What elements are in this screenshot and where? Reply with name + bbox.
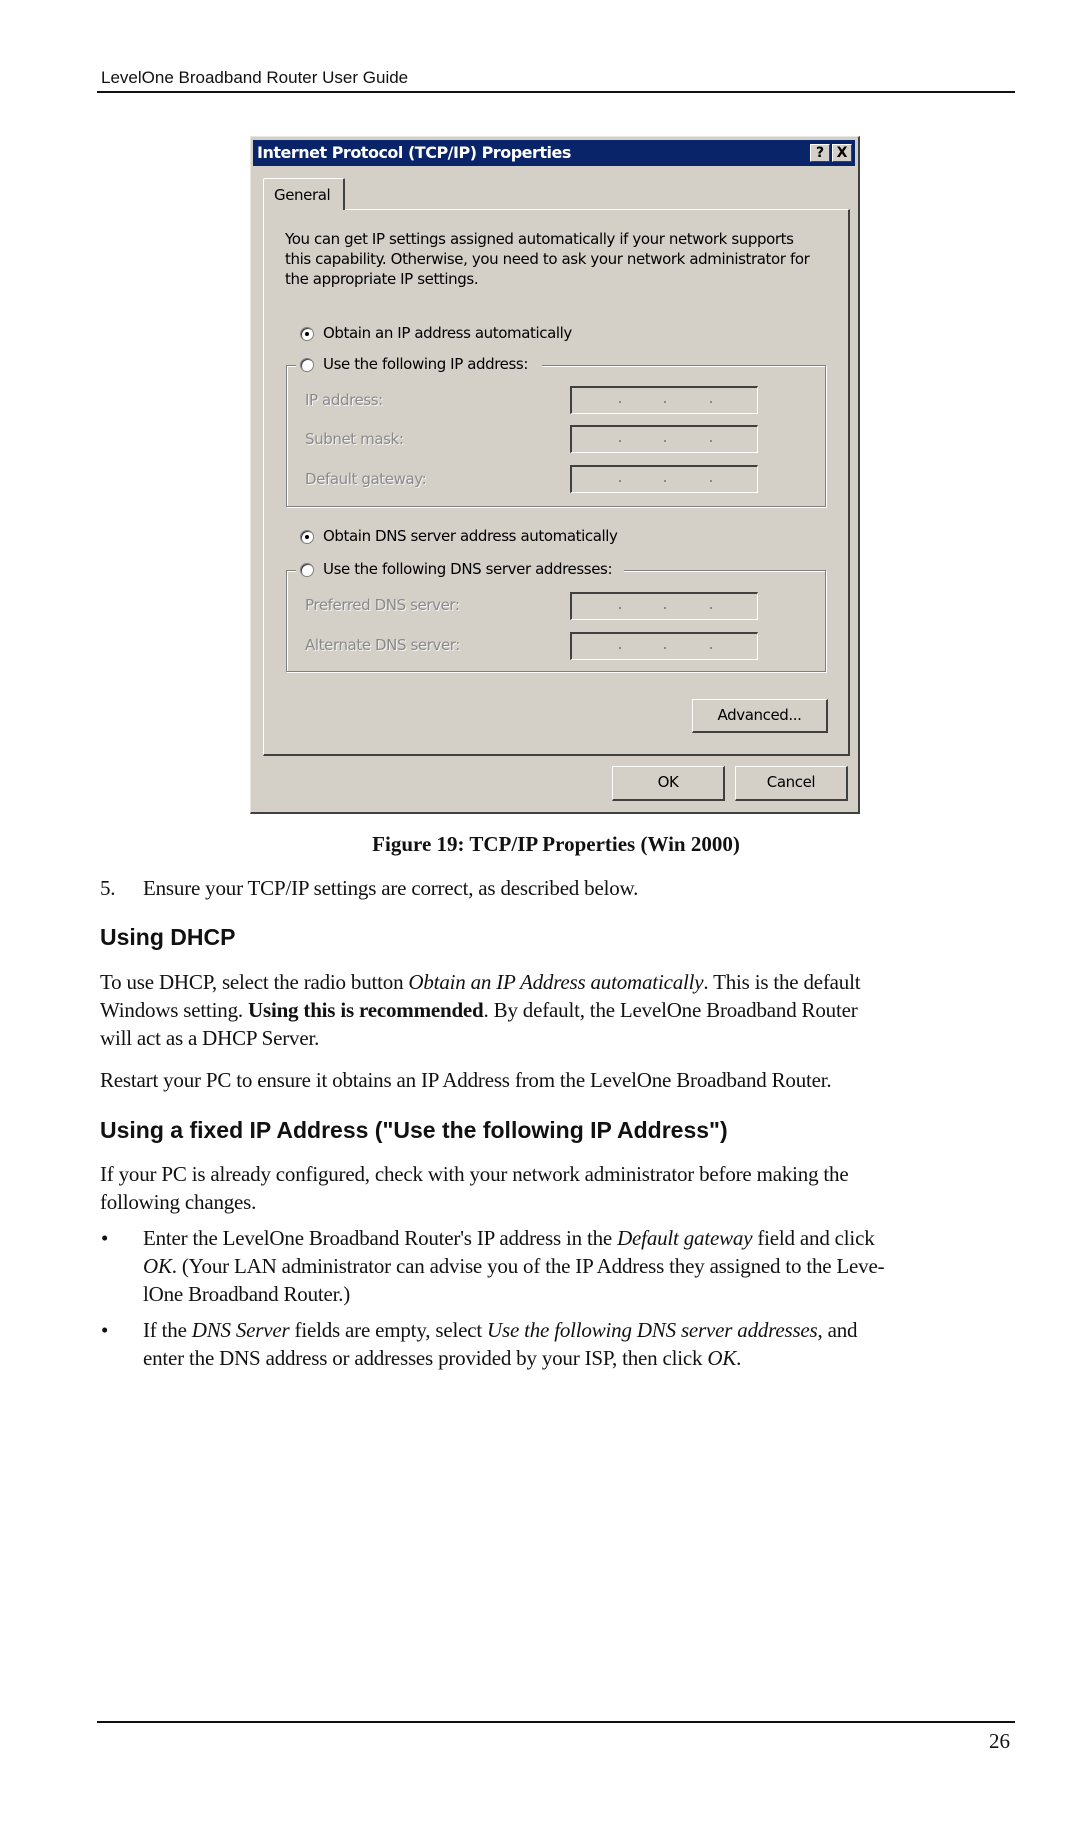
bold-run: Using this is recommended [248,998,484,1022]
paragraph-line: OK. (Your LAN administrator can advise y… [143,1252,885,1280]
advanced-button-label: Advanced... [717,706,802,724]
step-number: 5. [100,876,116,900]
preferred-dns-field[interactable] [570,592,758,620]
text-run: , and [817,1318,858,1342]
footer-rule [97,1721,1015,1723]
paragraph-line: To use DHCP, select the radio button Obt… [100,968,1020,996]
advanced-button[interactable]: Advanced... [692,699,828,733]
italic-run: Default gateway [617,1226,753,1250]
bullet-icon: • [101,1318,109,1342]
text-run: . (Your LAN administrator can advise you… [171,1254,885,1278]
text-run: fields are empty, select [289,1318,488,1342]
default-gateway-label: Default gateway: [305,470,427,488]
radio-selected-dot [305,535,309,539]
text-run: To use DHCP, select the radio button [100,970,409,994]
italic-run: OK [143,1254,172,1278]
radio-obtain-dns-auto-label: Obtain DNS server address automatically [323,527,618,545]
section-heading-dhcp: Using DHCP [100,924,236,950]
text-run: Enter the LevelOne Broadband Router's IP… [143,1226,618,1250]
radio-use-following-ip-label: Use the following IP address: [323,355,528,373]
paragraph-line: If your PC is already configured, check … [100,1162,849,1186]
ok-button[interactable]: OK [612,766,725,801]
bullet-item-gateway: Enter the LevelOne Broadband Router's IP… [143,1224,885,1308]
ok-button-label: OK [657,773,679,791]
restart-paragraph: Restart your PC to ensure it obtains an … [100,1068,832,1092]
section-heading-fixed-ip: Using a fixed IP Address ("Use the follo… [100,1117,728,1143]
step-text: Ensure your TCP/IP settings are correct,… [143,876,639,900]
radio-obtain-ip-auto[interactable] [300,327,314,341]
close-icon: X [836,145,848,161]
text-run: . By default, the LevelOne Broadband Rou… [483,998,858,1022]
radio-obtain-dns-auto[interactable] [300,530,314,544]
page-number: 26 [989,1729,1010,1753]
cancel-button[interactable]: Cancel [735,766,848,801]
close-button[interactable]: X [832,144,852,162]
paragraph-line: lOne Broadband Router.) [143,1282,351,1306]
paragraph-line: will act as a DHCP Server. [100,1026,320,1050]
paragraph-line: following changes. [100,1190,257,1214]
text-run: Windows setting. [100,998,248,1022]
italic-run: Obtain an IP Address automatically [408,970,704,994]
help-button[interactable]: ? [810,144,830,162]
preferred-dns-label: Preferred DNS server: [305,596,460,614]
description-line: You can get IP settings assigned automat… [285,230,794,248]
radio-use-following-ip[interactable] [300,358,314,372]
dhcp-paragraph: To use DHCP, select the radio button Obt… [100,968,1020,1052]
text-run: enter the DNS address or addresses provi… [143,1346,708,1370]
help-icon: ? [815,145,825,161]
radio-use-following-dns[interactable] [300,563,314,577]
default-gateway-field[interactable] [570,465,758,493]
tab-general-label: General [274,186,331,204]
ip-address-label: IP address: [305,391,383,409]
bullet-item-dns: If the DNS Server fields are empty, sele… [143,1316,858,1372]
alternate-dns-label: Alternate DNS server: [305,636,460,654]
dialog-title: Internet Protocol (TCP/IP) Properties [257,143,571,162]
figure-caption: Figure 19: TCP/IP Properties (Win 2000) [372,832,740,856]
text-run: field and click [752,1226,875,1250]
italic-run: Use the following DNS server addresses [487,1318,818,1342]
paragraph-line: Windows setting. Using this is recommend… [100,996,1020,1024]
italic-run: OK [707,1346,737,1370]
fixed-ip-paragraph: If your PC is already configured, check … [100,1160,849,1216]
dialog-description: You can get IP settings assigned automat… [285,229,810,289]
subnet-mask-field[interactable] [570,425,758,453]
header-rule [97,91,1015,93]
radio-selected-dot [305,332,309,336]
paragraph-line: enter the DNS address or addresses provi… [143,1344,857,1372]
text-run: . [736,1346,742,1370]
description-line: this capability. Otherwise, you need to … [285,250,810,268]
text-run: . This is the default [703,970,861,994]
paragraph-line: If the DNS Server fields are empty, sele… [143,1316,858,1344]
radio-obtain-ip-auto-label: Obtain an IP address automatically [323,324,572,342]
bullet-icon: • [101,1226,109,1250]
description-line: the appropriate IP settings. [285,270,479,288]
page-header-title: LevelOne Broadband Router User Guide [101,68,409,87]
text-run: If the [143,1318,192,1342]
italic-run: DNS Server [191,1318,290,1342]
paragraph-line: Enter the LevelOne Broadband Router's IP… [143,1224,884,1252]
alternate-dns-field[interactable] [570,632,758,660]
ip-address-field[interactable] [570,386,758,414]
subnet-mask-label: Subnet mask: [305,430,404,448]
radio-use-following-dns-label: Use the following DNS server addresses: [323,560,613,578]
cancel-button-label: Cancel [766,773,816,791]
